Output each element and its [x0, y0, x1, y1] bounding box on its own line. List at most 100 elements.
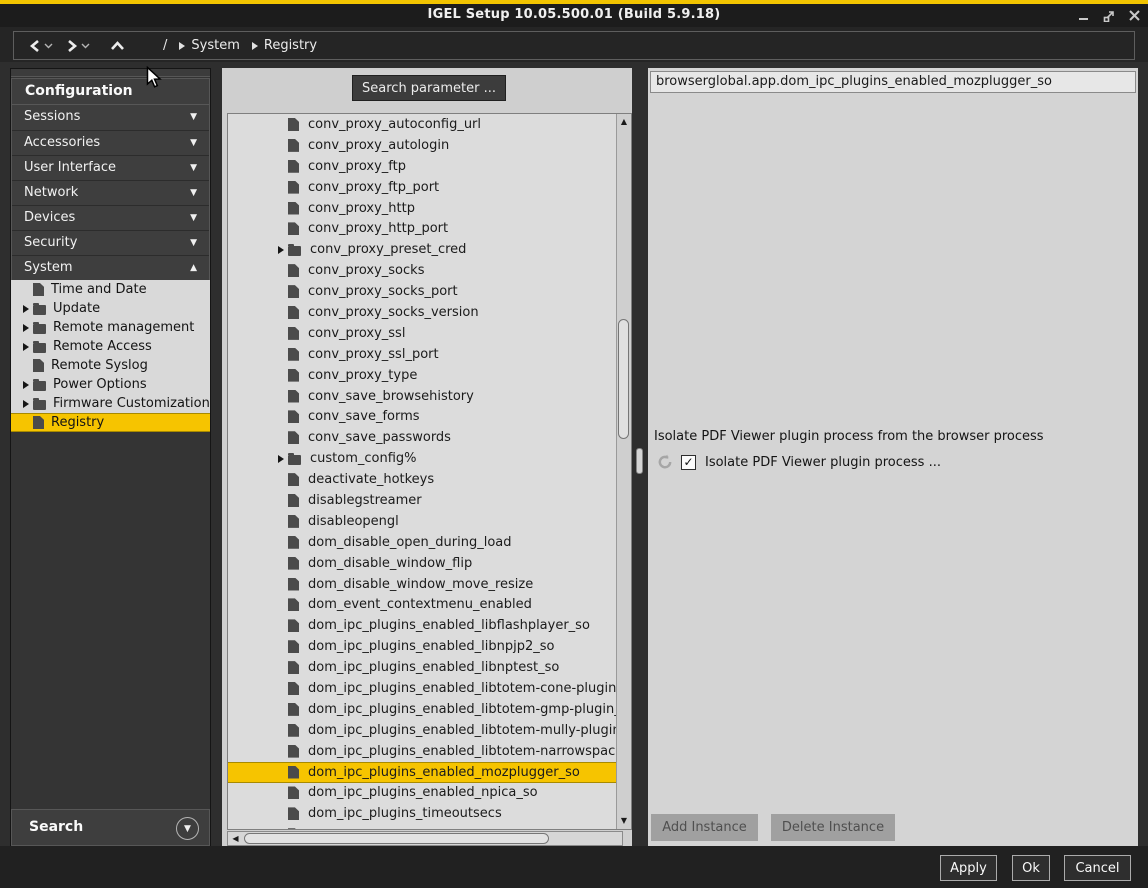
registry-item[interactable]: conv_proxy_socks_port: [228, 281, 616, 302]
window-controls: [1078, 4, 1140, 27]
search-expand-icon[interactable]: [176, 817, 199, 840]
reset-to-default-icon[interactable]: [657, 454, 673, 470]
registry-item[interactable]: dom_ipc_plugins_enabled_libtotem-mully-p…: [228, 720, 616, 741]
back-button[interactable]: [28, 39, 42, 53]
registry-item[interactable]: dom_event_contextmenu_enabled: [228, 594, 616, 615]
registry-item[interactable]: dom_disable_window_flip: [228, 553, 616, 574]
section-arrow-icon: [190, 231, 197, 255]
scroll-down-icon[interactable]: [617, 814, 631, 828]
delete-instance-button[interactable]: Delete Instance: [771, 814, 895, 841]
expander-icon[interactable]: [274, 246, 288, 254]
registry-item[interactable]: conv_proxy_ftp_port: [228, 177, 616, 198]
registry-item[interactable]: dom_ipc_plugins_enabled_npica_so: [228, 783, 616, 804]
back-history-dropdown[interactable]: [44, 43, 53, 49]
tree-item[interactable]: Remote Access: [11, 337, 210, 356]
registry-item[interactable]: disablegstreamer: [228, 490, 616, 511]
registry-item[interactable]: conv_save_forms: [228, 406, 616, 427]
add-instance-button[interactable]: Add Instance: [651, 814, 758, 841]
registry-item[interactable]: conv_proxy_ssl: [228, 323, 616, 344]
expander-icon[interactable]: [19, 400, 33, 408]
expander-icon[interactable]: [274, 455, 288, 463]
sidebar-search-section[interactable]: Search: [11, 809, 210, 846]
registry-item[interactable]: conv_proxy_http: [228, 198, 616, 219]
node-icon: [288, 410, 299, 423]
cancel-button[interactable]: Cancel: [1064, 855, 1131, 881]
close-button[interactable]: [1129, 10, 1140, 21]
scroll-left-icon[interactable]: [229, 832, 242, 845]
breadcrumb-item[interactable]: System: [179, 38, 239, 53]
apply-button[interactable]: Apply: [940, 855, 997, 881]
sidebar-section[interactable]: User Interface: [12, 155, 209, 180]
breadcrumb-item[interactable]: Registry: [252, 38, 317, 53]
restore-button[interactable]: [1103, 10, 1115, 22]
expander-icon[interactable]: [19, 324, 33, 332]
window-title: IGEL Setup 10.05.500.01 (Build 5.9.18): [0, 7, 1148, 22]
registry-item[interactable]: dom_disable_open_during_load: [228, 532, 616, 553]
titlebar[interactable]: IGEL Setup 10.05.500.01 (Build 5.9.18): [0, 4, 1148, 27]
registry-item[interactable]: dom_ipc_plugins_timeoutsecs: [228, 803, 616, 824]
node-icon: [33, 305, 46, 315]
minimize-button[interactable]: [1078, 10, 1089, 21]
tree-item[interactable]: Power Options: [11, 375, 210, 394]
tree-item[interactable]: Remote Syslog: [11, 356, 210, 375]
up-level-button[interactable]: [110, 41, 125, 51]
expander-icon[interactable]: [19, 381, 33, 389]
sidebar-section[interactable]: Accessories: [12, 130, 209, 155]
registry-item[interactable]: dom_ipc_plugins_enabled_libnpjp2_so: [228, 636, 616, 657]
sidebar-section[interactable]: Devices: [12, 205, 209, 230]
registry-item[interactable]: dom_ipc_plugins_enabled_mozplugger_so: [228, 762, 616, 783]
tree-item[interactable]: Update: [11, 299, 210, 318]
section-arrow-icon: [190, 206, 197, 230]
horizontal-scrollbar[interactable]: [227, 831, 623, 846]
horizontal-scrollbar-thumb[interactable]: [244, 833, 549, 844]
expander-icon[interactable]: [19, 305, 33, 313]
registry-item[interactable]: conv_proxy_ftp: [228, 156, 616, 177]
expander-icon[interactable]: [19, 343, 33, 351]
registry-item[interactable]: conv_proxy_socks: [228, 260, 616, 281]
registry-item[interactable]: conv_proxy_type: [228, 365, 616, 386]
registry-item[interactable]: conv_proxy_socks_version: [228, 302, 616, 323]
node-icon: [288, 139, 299, 152]
registry-item[interactable]: disableopengl: [228, 511, 616, 532]
forward-history-dropdown[interactable]: [81, 43, 90, 49]
registry-item[interactable]: custom_config%: [228, 448, 616, 469]
node-icon: [288, 348, 299, 361]
forward-button[interactable]: [65, 39, 79, 53]
tree-item[interactable]: Firmware Customization: [11, 394, 210, 413]
isolate-pdf-checkbox[interactable]: ✓: [681, 455, 696, 470]
node-icon: [288, 598, 299, 611]
registry-item[interactable]: dom_ipc_plugins_enabled_libnptest_so: [228, 657, 616, 678]
registry-item[interactable]: dom_ipc_plugins_enabled_libflashplayer_s…: [228, 615, 616, 636]
registry-item[interactable]: conv_save_passwords: [228, 427, 616, 448]
sidebar-section[interactable]: Sessions: [12, 105, 209, 130]
registry-item[interactable]: conv_proxy_http_port: [228, 218, 616, 239]
parameter-path-field[interactable]: browserglobal.app.dom_ipc_plugins_enable…: [650, 71, 1136, 93]
tree-item[interactable]: Time and Date: [11, 280, 210, 299]
parameter-description: Isolate PDF Viewer plugin process from t…: [654, 429, 1044, 444]
search-parameter-button[interactable]: Search parameter ...: [352, 75, 506, 101]
node-icon: [288, 807, 299, 820]
sidebar-section[interactable]: Security: [12, 230, 209, 255]
registry-item[interactable]: deactivate_hotkeys: [228, 469, 616, 490]
ok-button[interactable]: Ok: [1012, 855, 1050, 881]
registry-item[interactable]: conv_proxy_preset_cred: [228, 239, 616, 260]
sidebar-section[interactable]: System: [12, 255, 209, 280]
registry-item[interactable]: dom_ipc_plugins_enabled_libtotem-narrows…: [228, 741, 616, 762]
splitter-handle-right[interactable]: [636, 448, 643, 474]
tree-item[interactable]: Remote management: [11, 318, 210, 337]
sidebar-section[interactable]: Network: [12, 180, 209, 205]
registry-item[interactable]: conv_proxy_ssl_port: [228, 344, 616, 365]
registry-item[interactable]: conv_proxy_autoconfig_url: [228, 114, 616, 135]
node-icon: [288, 745, 299, 758]
vertical-scrollbar[interactable]: [616, 114, 631, 829]
registry-item[interactable]: dom_ipc_plugins_enabled_libtotem-gmp-plu…: [228, 699, 616, 720]
node-icon: [288, 181, 299, 194]
tree-item[interactable]: Registry: [11, 413, 210, 432]
registry-item[interactable]: [228, 824, 616, 829]
registry-item[interactable]: conv_proxy_autologin: [228, 135, 616, 156]
registry-item[interactable]: dom_ipc_plugins_enabled_libtotem-cone-pl…: [228, 678, 616, 699]
registry-item[interactable]: dom_disable_window_move_resize: [228, 574, 616, 595]
vertical-scrollbar-thumb[interactable]: [618, 319, 629, 439]
scroll-up-icon[interactable]: [617, 115, 631, 129]
registry-item[interactable]: conv_save_browsehistory: [228, 386, 616, 407]
